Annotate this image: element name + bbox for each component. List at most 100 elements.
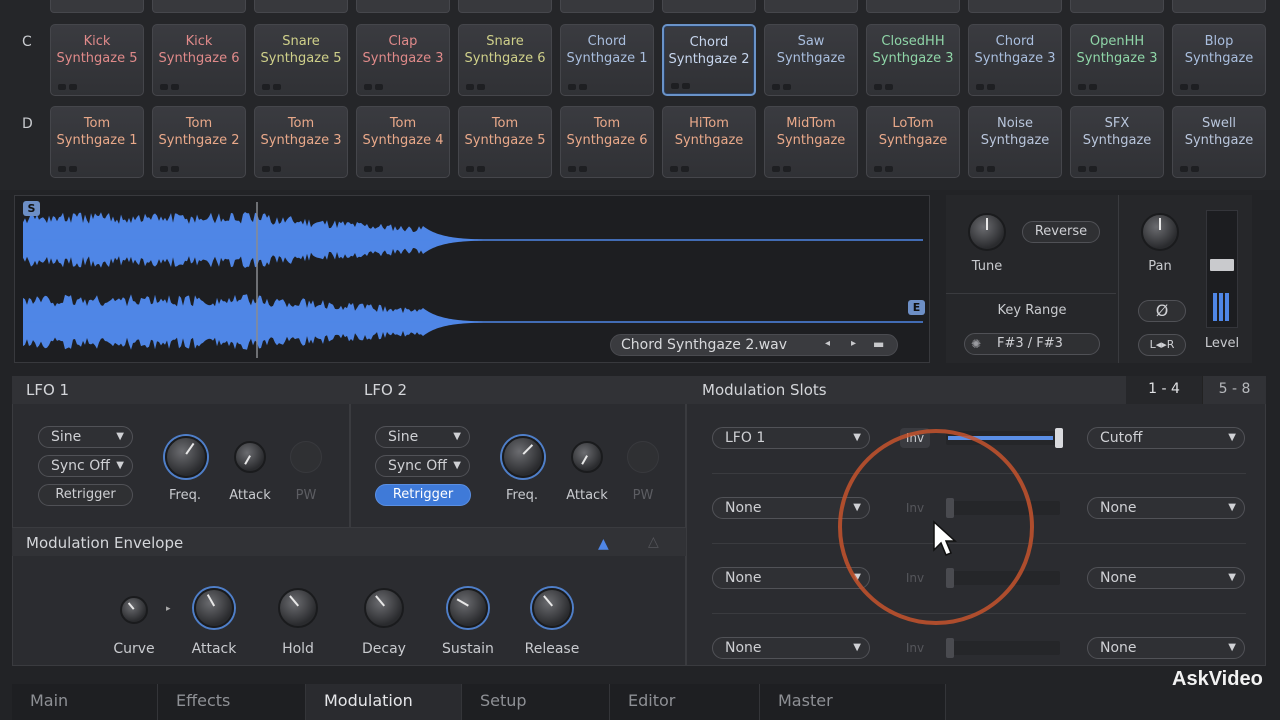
row-label-d: D (22, 116, 33, 132)
slot-4-target-select[interactable]: None ▼ (1087, 637, 1245, 659)
tab-modulation[interactable]: Modulation (306, 684, 462, 720)
pad-d-4[interactable]: Tom Synthgaze 4 (356, 106, 450, 178)
pad-d-8[interactable]: MidTom Synthgaze (764, 106, 858, 178)
sample-end-marker[interactable]: E (908, 300, 925, 315)
pad-b-7[interactable] (662, 0, 756, 13)
pad-c-12[interactable]: Blop Synthgaze (1172, 24, 1266, 96)
lfo2-sync-select[interactable]: Sync Off ▼ (375, 455, 470, 477)
sample-file-selector[interactable]: Chord Synthgaze 2.wav ◂ ▸ ▬ (610, 334, 898, 356)
pad-b-3[interactable] (254, 0, 348, 13)
pad-d-11[interactable]: SFX Synthgaze (1070, 106, 1164, 178)
pad-b-12[interactable] (1172, 0, 1266, 13)
lfo1-retrigger-button[interactable]: Retrigger (38, 484, 133, 506)
pad-b-1[interactable] (50, 0, 144, 13)
pad-b-8[interactable] (764, 0, 858, 13)
tab-effects[interactable]: Effects (158, 684, 306, 720)
pad-sample: Synthgaze (776, 133, 846, 148)
lfo1-freq-knob[interactable] (165, 436, 207, 478)
pad-d-9[interactable]: LoTom Synthgaze (866, 106, 960, 178)
pad-c-4[interactable]: Clap Synthgaze 3 (356, 24, 450, 96)
lfo2-freq-label: Freq. (506, 488, 538, 503)
pad-b-11[interactable] (1070, 0, 1164, 13)
folder-icon[interactable]: ▬ (873, 337, 884, 351)
pad-c-11[interactable]: OpenHH Synthgaze 3 (1070, 24, 1164, 96)
pad-name: LoTom (892, 116, 934, 131)
slot-2-target-select[interactable]: None ▼ (1087, 497, 1245, 519)
pad-d-5[interactable]: Tom Synthgaze 5 (458, 106, 552, 178)
pad-c-3[interactable]: Snare Synthgaze 5 (254, 24, 348, 96)
pad-c-1[interactable]: Kick Synthgaze 5 (50, 24, 144, 96)
key-range-field[interactable]: ✺ F#3 / F#3 (964, 333, 1100, 355)
envelope-hold-knob[interactable] (278, 588, 318, 628)
tab-master[interactable]: Master (760, 684, 946, 720)
pad-c-9[interactable]: ClosedHH Synthgaze 3 (866, 24, 960, 96)
pad-sample: Synthgaze 1 (56, 133, 138, 148)
pan-knob[interactable] (1141, 213, 1179, 251)
slot-3-target-select[interactable]: None ▼ (1087, 567, 1245, 589)
pad-b-4[interactable] (356, 0, 450, 13)
slot-3-source-select[interactable]: None ▼ (712, 567, 870, 589)
slider-handle[interactable] (1055, 428, 1063, 448)
level-meter[interactable] (1206, 210, 1238, 328)
lfo2-retrigger-button[interactable]: Retrigger (375, 484, 471, 506)
slot-page-tab-2[interactable]: 5 - 8 (1202, 376, 1266, 404)
envelope-decay-knob[interactable] (364, 588, 404, 628)
pad-d-2[interactable]: Tom Synthgaze 2 (152, 106, 246, 178)
envelope-sustain-knob[interactable] (448, 588, 488, 628)
lfo2-waveform-select[interactable]: Sine ▼ (375, 426, 470, 448)
sample-start-marker[interactable]: S (23, 201, 40, 216)
pad-sample: Synthgaze (1184, 51, 1254, 66)
envelope-release-knob[interactable] (532, 588, 572, 628)
envelope-shape-icon[interactable]: ▲ (598, 536, 609, 552)
pad-d-1[interactable]: Tom Synthgaze 1 (50, 106, 144, 178)
pad-b-9[interactable] (866, 0, 960, 13)
tab-editor[interactable]: Editor (610, 684, 760, 720)
curve-arrow-icon: ▸ (166, 604, 171, 614)
slider-handle[interactable] (946, 638, 954, 658)
slot-1-target-select[interactable]: Cutoff ▼ (1087, 427, 1245, 449)
pad-name: Chord (689, 35, 729, 50)
lfo1-attack-knob[interactable] (234, 441, 266, 473)
pad-c-6[interactable]: Chord Synthgaze 1 (560, 24, 654, 96)
slot-1-source-select[interactable]: LFO 1 ▼ (712, 427, 870, 449)
envelope-attack-knob[interactable] (194, 588, 234, 628)
lfo2-attack-knob[interactable] (571, 441, 603, 473)
envelope-attack-label: Attack (191, 641, 237, 657)
phase-invert-button[interactable]: Ø (1138, 300, 1186, 322)
key-icon: ✺ (971, 337, 982, 351)
pad-d-10[interactable]: Noise Synthgaze (968, 106, 1062, 178)
slot-4-invert-button[interactable]: Inv (900, 638, 930, 658)
slot-page-tab-1[interactable]: 1 - 4 (1126, 376, 1202, 404)
tab-main[interactable]: Main (12, 684, 158, 720)
tune-knob[interactable] (968, 213, 1006, 251)
pad-b-6[interactable] (560, 0, 654, 13)
lfo1-waveform-select[interactable]: Sine ▼ (38, 426, 133, 448)
lfo2-freq-knob[interactable] (502, 436, 544, 478)
mouse-cursor-icon (933, 520, 957, 556)
level-fader-handle[interactable] (1210, 259, 1234, 271)
prev-sample-icon[interactable]: ◂ (825, 338, 830, 349)
pad-c-5[interactable]: Snare Synthgaze 6 (458, 24, 552, 96)
pad-d-6[interactable]: Tom Synthgaze 6 (560, 106, 654, 178)
pad-c-7[interactable]: Chord Synthgaze 2 (662, 24, 756, 96)
pad-d-3[interactable]: Tom Synthgaze 3 (254, 106, 348, 178)
pad-b-5[interactable] (458, 0, 552, 13)
pad-d-7[interactable]: HiTom Synthgaze (662, 106, 756, 178)
next-sample-icon[interactable]: ▸ (851, 338, 856, 349)
pad-d-12[interactable]: Swell Synthgaze (1172, 106, 1266, 178)
pad-b-2[interactable] (152, 0, 246, 13)
slot-4-source-select[interactable]: None ▼ (712, 637, 870, 659)
slot-4-amount-slider[interactable] (946, 638, 1060, 658)
reverse-button[interactable]: Reverse (1022, 221, 1100, 243)
lfo1-sync-select[interactable]: Sync Off ▼ (38, 455, 133, 477)
envelope-shape-alt-icon[interactable]: △ (648, 534, 659, 550)
pad-c-2[interactable]: Kick Synthgaze 6 (152, 24, 246, 96)
pad-sample: Synthgaze (674, 133, 744, 148)
mod-envelope-title: Modulation Envelope (26, 534, 184, 552)
pad-b-10[interactable] (968, 0, 1062, 13)
pad-c-10[interactable]: Chord Synthgaze 3 (968, 24, 1062, 96)
lr-swap-button[interactable]: L◂▸R (1138, 334, 1186, 356)
envelope-curve-knob[interactable] (120, 596, 148, 624)
tab-setup[interactable]: Setup (462, 684, 610, 720)
pad-c-8[interactable]: Saw Synthgaze (764, 24, 858, 96)
